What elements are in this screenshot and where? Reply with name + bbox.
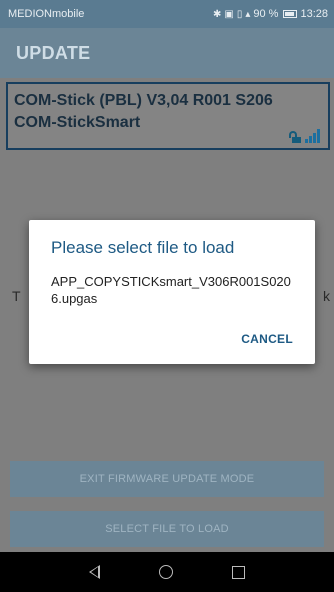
back-icon[interactable] xyxy=(89,565,101,579)
nfc-icon: ▣ xyxy=(224,8,234,20)
device-status-icons xyxy=(288,129,320,143)
select-file-button[interactable]: SELECT FILE TO LOAD xyxy=(10,511,324,547)
status-bar: MEDIONmobile ✱ ▣ ▯ ▴ 90 % 13:28 xyxy=(0,0,334,28)
background-text-right: k xyxy=(323,288,330,304)
battery-percent: 90 % xyxy=(253,8,279,20)
carrier-name: MEDIONmobile xyxy=(8,8,85,20)
recent-apps-icon[interactable] xyxy=(231,565,245,579)
clock: 13:28 xyxy=(300,8,328,20)
app-bar: UPDATE xyxy=(0,28,334,78)
file-list-item[interactable]: APP_COPYSTICKsmart_V306R001S0206.upgas xyxy=(51,273,301,307)
device-name-label: COM-StickSmart xyxy=(14,114,141,131)
lock-open-icon xyxy=(288,131,301,143)
navigation-bar xyxy=(0,552,334,592)
device-firmware-label: COM-Stick (PBL) V3,04 R001 S206 xyxy=(14,92,273,109)
exit-firmware-update-button[interactable]: EXIT FIRMWARE UPDATE MODE xyxy=(10,461,324,497)
cancel-button[interactable]: CANCEL xyxy=(241,332,293,346)
background-text-left: T xyxy=(12,288,21,304)
bluetooth-icon: ✱ xyxy=(213,8,222,20)
signal-strength-icon xyxy=(305,129,320,143)
status-icons: ✱ ▣ ▯ ▴ 90 % 13:28 xyxy=(213,8,328,20)
screen: MEDIONmobile ✱ ▣ ▯ ▴ 90 % 13:28 UPDATE C… xyxy=(0,0,334,592)
device-card[interactable]: COM-Stick (PBL) V3,04 R001 S206 COM-Stic… xyxy=(6,82,330,150)
dialog-title: Please select file to load xyxy=(51,238,235,257)
battery-icon xyxy=(283,10,298,18)
home-icon[interactable] xyxy=(158,565,173,579)
cell-signal-icon: ▴ xyxy=(245,8,251,20)
page-title: UPDATE xyxy=(16,42,91,63)
file-select-dialog: Please select file to load APP_COPYSTICK… xyxy=(29,220,315,364)
vibrate-icon: ▯ xyxy=(236,8,243,20)
